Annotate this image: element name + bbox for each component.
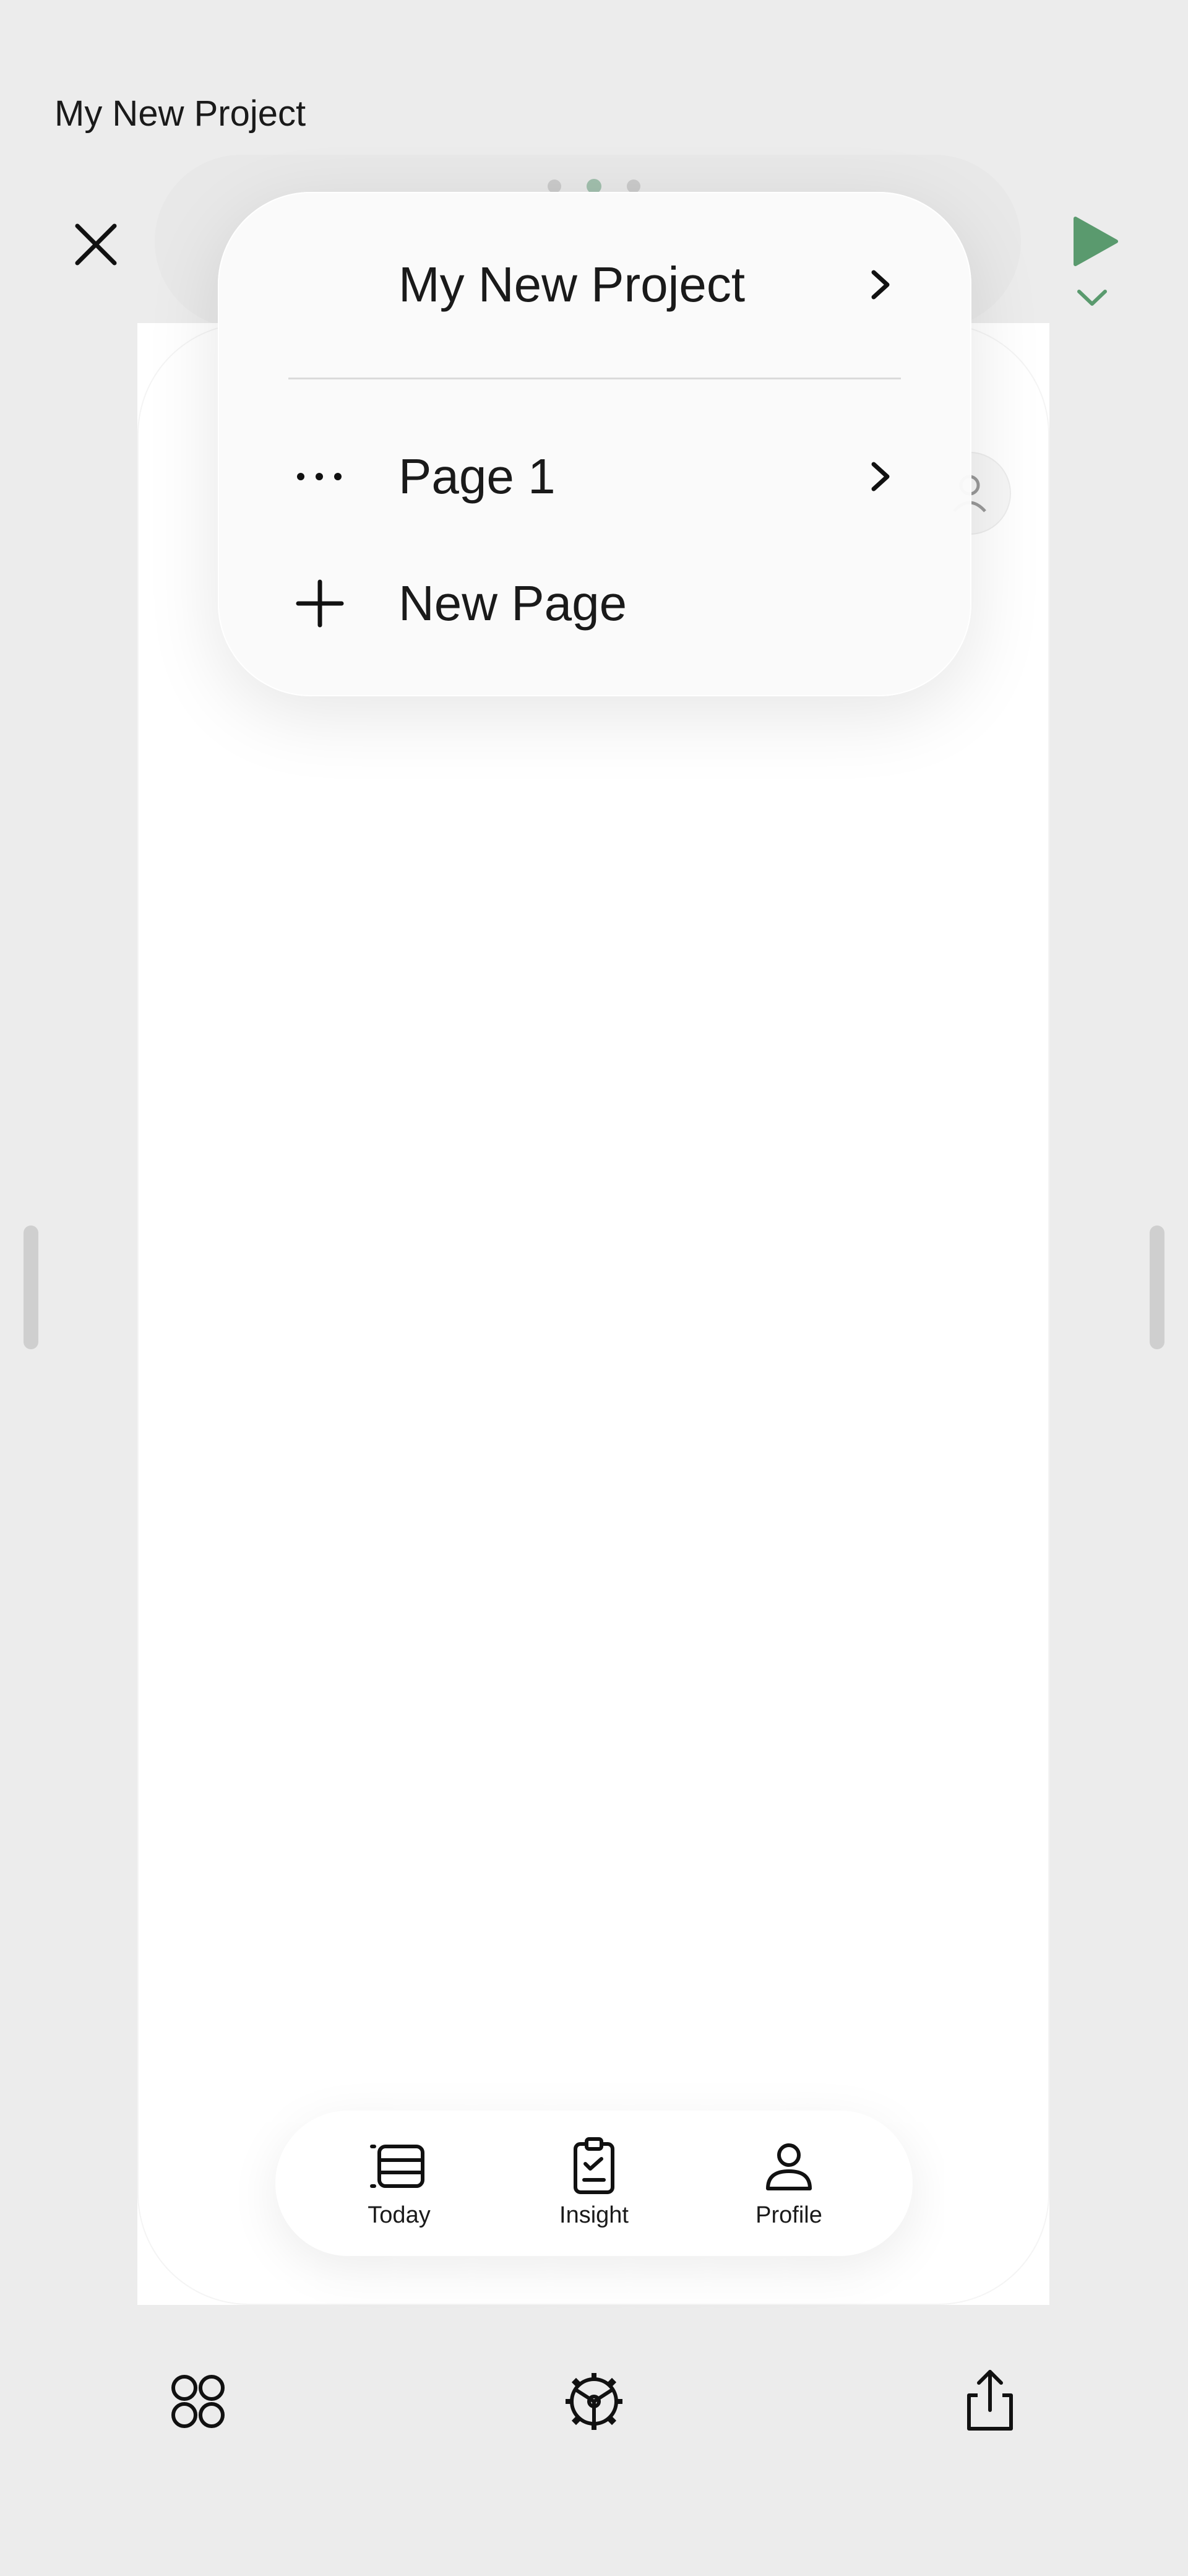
chevron-down-icon xyxy=(1077,290,1107,306)
tab-bar: Today Insight Profile xyxy=(275,2111,913,2256)
settings-button[interactable] xyxy=(557,2364,631,2439)
resize-handle-right[interactable] xyxy=(1150,1225,1164,1349)
menu-item-new-page[interactable]: New Page xyxy=(218,560,971,647)
app-title: My New Project xyxy=(54,93,306,134)
menu-item-label: My New Project xyxy=(398,257,746,312)
components-button[interactable] xyxy=(161,2364,235,2439)
plus-icon xyxy=(296,579,344,628)
tab-label: Profile xyxy=(755,2202,822,2228)
tab-profile[interactable]: Profile xyxy=(715,2111,863,2256)
menu-item-project[interactable]: My New Project xyxy=(218,241,971,328)
pages-menu: My New Project Page 1 New Page xyxy=(218,192,971,696)
person-icon xyxy=(766,2143,812,2190)
share-button[interactable] xyxy=(953,2364,1027,2439)
today-list-icon xyxy=(370,2145,424,2188)
run-options-button[interactable] xyxy=(1070,282,1114,313)
more-options-icon[interactable] xyxy=(292,458,348,495)
menu-item-page-1[interactable]: Page 1 xyxy=(218,433,971,520)
chevron-right-icon xyxy=(871,462,890,491)
close-icon xyxy=(75,223,117,266)
resize-handle-left[interactable] xyxy=(24,1225,38,1349)
share-icon xyxy=(967,2370,1013,2431)
components-grid-icon xyxy=(171,2375,225,2428)
menu-item-label: New Page xyxy=(398,576,627,631)
run-button[interactable] xyxy=(1067,214,1122,269)
tab-insight[interactable]: Insight xyxy=(520,2111,668,2256)
settings-gear-icon xyxy=(566,2373,622,2430)
tab-label: Today xyxy=(368,2202,431,2228)
close-button[interactable] xyxy=(65,214,127,275)
chevron-right-icon xyxy=(871,270,890,300)
tab-today[interactable]: Today xyxy=(325,2111,473,2256)
play-icon xyxy=(1074,217,1118,266)
clipboard-check-icon xyxy=(574,2137,614,2194)
menu-item-label: Page 1 xyxy=(398,449,556,504)
tab-label: Insight xyxy=(559,2202,629,2228)
menu-divider xyxy=(288,378,901,379)
